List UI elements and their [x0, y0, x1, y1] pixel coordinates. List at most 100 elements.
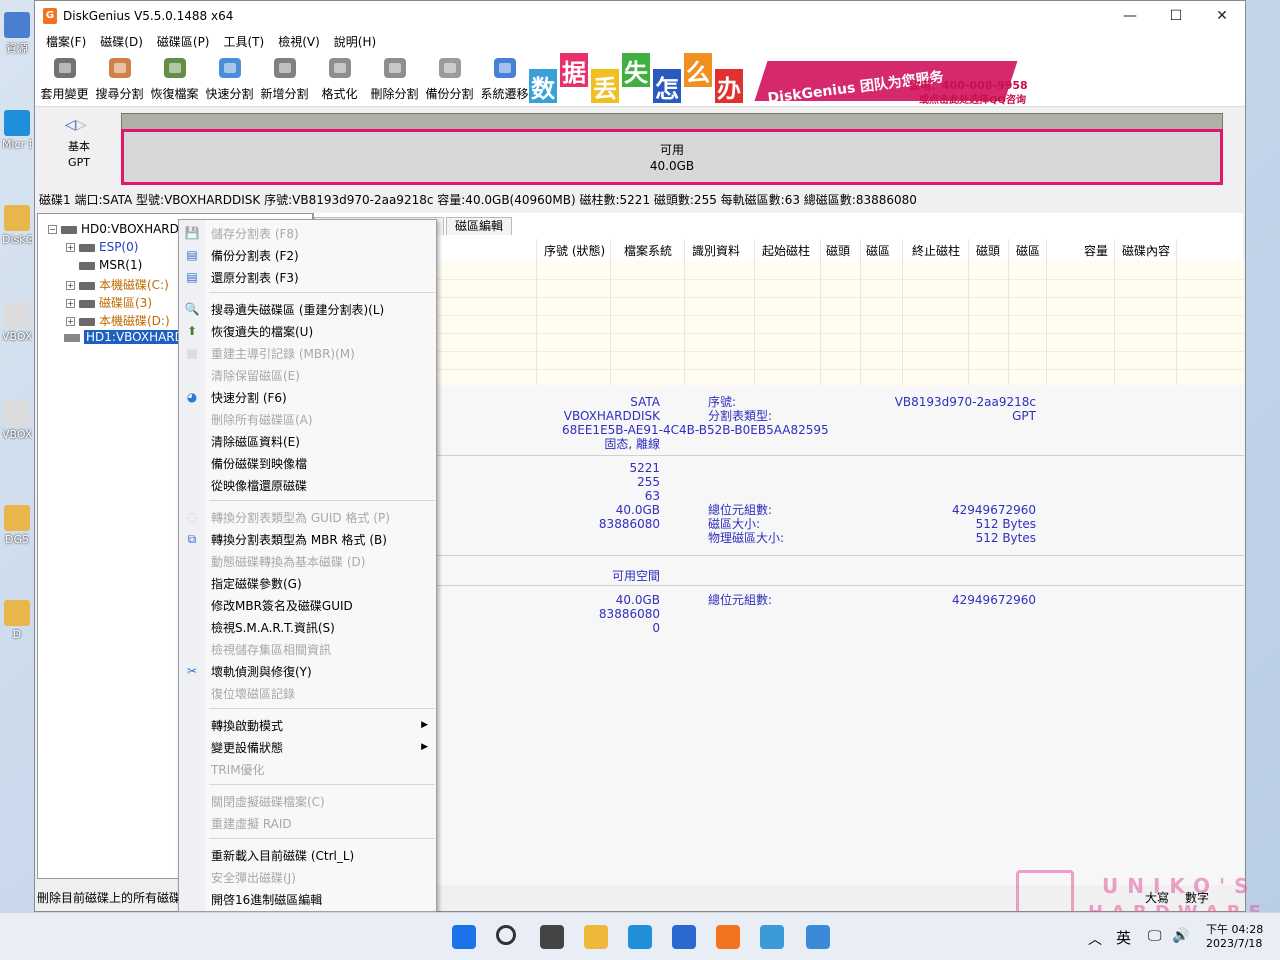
table-header-cell[interactable]: 檔案系統 — [624, 242, 672, 259]
context-menu-item[interactable]: ▤ 還原分割表 (F3) — [179, 266, 436, 288]
menu-0[interactable]: 檔案(F) — [39, 33, 93, 50]
context-menu-item[interactable]: 清除磁區資料(E) — [179, 430, 436, 452]
quick-partition-icon: ◕ — [186, 390, 198, 404]
table-header-cell[interactable]: 磁碟內容 — [1122, 242, 1170, 259]
ime-language[interactable]: 英 — [1116, 927, 1131, 948]
context-menu-label: 恢復遺失的檔案(U) — [211, 324, 314, 339]
context-menu-label: 關閉虛擬磁碟檔案(C) — [211, 794, 325, 809]
tree-item-c[interactable]: + 本機磁碟(C:) — [66, 276, 169, 293]
desktop-shortcut[interactable]: DiskG — [2, 205, 32, 246]
table-header-cell[interactable]: 磁頭 — [976, 242, 1000, 259]
clock-time[interactable]: 下午 04:28 — [1206, 921, 1263, 937]
table-header-cell[interactable]: 容量 — [1084, 242, 1108, 259]
toolbar-button[interactable]: 套用變更 — [37, 51, 92, 105]
snipping-icon[interactable] — [806, 925, 830, 949]
windows-start-icon[interactable] — [452, 925, 476, 949]
disk-nav-arrows[interactable]: ◁▷ — [65, 117, 87, 133]
tree-item-p3[interactable]: + 磁碟區(3) — [66, 294, 152, 311]
menu-5[interactable]: 說明(H) — [327, 33, 383, 50]
search-icon[interactable] — [496, 925, 516, 945]
table-header-cell[interactable]: 磁頭 — [826, 242, 850, 259]
context-menu-item[interactable]: 檢視S.M.A.R.T.資訊(S) — [179, 616, 436, 638]
tray-overflow-button[interactable]: ︿ — [1088, 929, 1102, 949]
task-view-icon[interactable] — [540, 925, 564, 949]
next-disk-icon[interactable]: ▷ — [76, 117, 87, 133]
maximize-button[interactable]: ☐ — [1153, 1, 1199, 31]
expand-icon[interactable]: + — [66, 243, 75, 252]
prev-disk-icon[interactable]: ◁ — [65, 117, 76, 133]
file-explorer-icon[interactable] — [584, 925, 608, 949]
close-button[interactable]: ✕ — [1199, 1, 1245, 31]
desktop-shortcut[interactable]: Micr Ed — [2, 110, 32, 151]
diskgenius-icon[interactable] — [716, 925, 740, 949]
tree-item-esp[interactable]: + ESP(0) — [66, 240, 138, 254]
desktop-shortcut-label: DG5 — [5, 533, 29, 546]
migrate-icon — [490, 54, 520, 82]
desktop-shortcut[interactable]: VBOX — [2, 302, 32, 343]
tab-sector-editor[interactable]: 磁區編輯 — [446, 217, 513, 235]
desktop-shortcut[interactable]: D — [2, 600, 32, 641]
expand-icon[interactable]: + — [66, 281, 75, 290]
context-menu-item: 💾 儲存分割表 (F8) — [179, 222, 436, 244]
detail-heads: 255 — [637, 475, 660, 489]
tree-item-msr[interactable]: MSR(1) — [79, 258, 142, 272]
banner-char: 丢 — [591, 69, 619, 103]
toolbar-button[interactable]: 快速分割 — [202, 51, 257, 105]
store-icon[interactable] — [672, 925, 696, 949]
desktop-shortcut[interactable]: DG5 — [2, 505, 32, 546]
desktop-shortcut[interactable]: VBOX — [2, 400, 32, 441]
detail-cylinders: 5221 — [629, 461, 660, 475]
context-menu-item[interactable]: 開啓16進制磁區編輯 — [179, 888, 436, 910]
partition-table-header: 序號 (狀態) 檔案系統 識別資料 起始磁柱 磁頭 磁區 終止磁柱 磁頭 磁區 容量 磁碟內容 — [314, 239, 1244, 261]
detail-guid: 68EE1E5B-AE91-4C4B-B52B-B0EB5AA82595 — [562, 423, 829, 437]
edge-icon[interactable] — [628, 925, 652, 949]
toolbar-button[interactable]: 系統遷移 — [477, 51, 532, 105]
toolbar-button[interactable]: 格式化 — [312, 51, 367, 105]
context-menu-item[interactable]: 修改MBR簽名及磁碟GUID — [179, 594, 436, 616]
context-menu-item[interactable]: ✂ 壞軌偵測與修復(Y) — [179, 660, 436, 682]
banner-char: 失 — [622, 53, 650, 87]
context-menu-item[interactable]: ▤ 備份分割表 (F2) — [179, 244, 436, 266]
collapse-icon[interactable]: − — [48, 225, 57, 234]
desktop-shortcut[interactable]: 資源 — [2, 12, 32, 56]
table-header-cell[interactable]: 起始磁柱 — [762, 242, 810, 259]
toolbar-button[interactable]: 備份分割 — [422, 51, 477, 105]
tree-item-d[interactable]: + 本機磁碟(D:) — [66, 312, 170, 329]
table-header-cell[interactable]: 終止磁柱 — [912, 242, 960, 259]
context-menu-item[interactable]: 指定磁碟參數(G) — [179, 572, 436, 594]
ad-banner[interactable]: DiskGenius 团队为您服务 致电：400-008-9958 或点击此处选… — [529, 51, 1029, 106]
context-menu-item[interactable]: 🔍 搜尋遺失磁碟區 (重建分割表)(L) — [179, 298, 436, 320]
submenu-arrow-icon: ▶ — [421, 720, 428, 730]
context-menu-item[interactable]: ⧉ 轉換分割表類型為 MBR 格式 (B) — [179, 528, 436, 550]
menu-1[interactable]: 磁碟(D) — [93, 33, 150, 50]
menu-2[interactable]: 磁碟區(P) — [150, 33, 217, 50]
context-menu-item[interactable]: 變更設備狀態 ▶ — [179, 736, 436, 758]
detail-sector-size-label: 磁區大小: — [708, 517, 761, 531]
volume-icon[interactable]: 🔊 — [1172, 928, 1189, 944]
toolbar-button[interactable]: 搜尋分割 — [92, 51, 147, 105]
clock-date[interactable]: 2023/7/18 — [1206, 937, 1262, 950]
menu-4[interactable]: 檢視(V) — [271, 33, 327, 50]
context-menu-item[interactable]: 從映像檔還原磁碟 — [179, 474, 436, 496]
context-menu-item[interactable]: 重新載入目前磁碟 (Ctrl_L) — [179, 844, 436, 866]
context-menu-item[interactable]: ◕ 快速分割 (F6) — [179, 386, 436, 408]
table-header-cell[interactable]: 磁區 — [866, 242, 890, 259]
expand-icon[interactable]: + — [66, 317, 75, 326]
context-menu-item[interactable]: ⬆ 恢復遺失的檔案(U) — [179, 320, 436, 342]
network-app-icon[interactable] — [760, 925, 784, 949]
free-space-block[interactable]: 可用 40.0GB — [121, 129, 1223, 185]
toolbar-button[interactable]: 刪除分割 — [367, 51, 422, 105]
table-header-cell[interactable]: 識別資料 — [692, 242, 740, 259]
context-menu-item[interactable]: 轉換啟動模式 ▶ — [179, 714, 436, 736]
tree-item-hd0[interactable]: − HD0:VBOXHARD — [48, 222, 179, 236]
minimize-button[interactable]: — — [1107, 1, 1153, 31]
expand-icon[interactable]: + — [66, 299, 75, 308]
toolbar-button[interactable]: 新增分割 — [257, 51, 312, 105]
table-header-cell[interactable]: 磁區 — [1016, 242, 1040, 259]
network-icon[interactable]: 🖵 — [1148, 928, 1162, 944]
menu-3[interactable]: 工具(T) — [217, 33, 272, 50]
toolbar-button[interactable]: 恢復檔案 — [147, 51, 202, 105]
context-menu-item[interactable]: 備份磁碟到映像檔 — [179, 452, 436, 474]
tree-item-hd1[interactable]: HD1:VBOXHARD — [64, 330, 186, 344]
table-header-cell[interactable]: 序號 (狀態) — [544, 242, 605, 259]
